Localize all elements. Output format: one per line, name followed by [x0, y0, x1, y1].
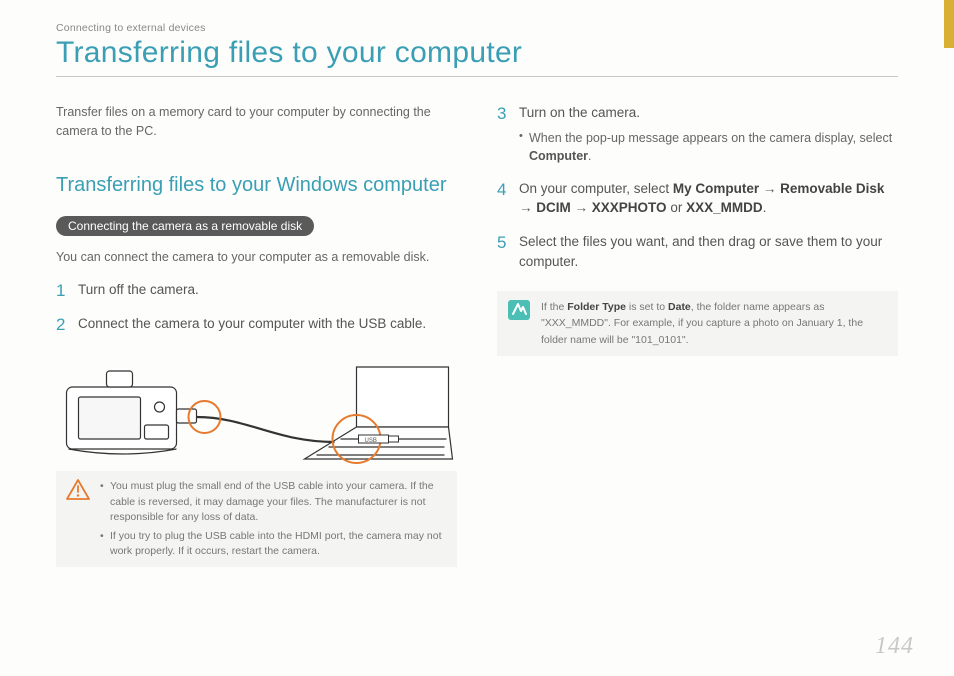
b: Date — [668, 301, 691, 313]
note-text: If the Folder Type is set to Date, the f… — [541, 299, 888, 348]
right-column: 3 Turn on the camera. When the pop-up me… — [497, 103, 898, 567]
b: My Computer — [673, 181, 759, 196]
step-number: 3 — [497, 102, 506, 127]
connection-illustration: USB — [56, 347, 457, 467]
step-1: 1 Turn off the camera. — [56, 280, 457, 300]
t: If the — [541, 301, 567, 313]
b: Removable Disk — [780, 181, 884, 196]
step-3: 3 Turn on the camera. When the pop-up me… — [497, 103, 898, 165]
warning-callout: You must plug the small end of the USB c… — [56, 471, 457, 567]
sub-step: When the pop-up message appears on the c… — [519, 129, 898, 165]
step-number: 1 — [56, 279, 65, 304]
b: Folder Type — [567, 301, 626, 313]
b: XXX_MMDD — [686, 200, 763, 215]
title-rule — [56, 76, 898, 77]
t: → — [571, 200, 592, 215]
note-callout: If the Folder Type is set to Date, the f… — [497, 291, 898, 356]
steps-left: 1 Turn off the camera. 2 Connect the cam… — [56, 280, 457, 333]
note-icon — [507, 299, 531, 321]
step-text: Turn on the camera. — [519, 105, 640, 120]
step-number: 4 — [497, 178, 506, 203]
t: On your computer, select — [519, 181, 673, 196]
manual-page: Connecting to external devices Transferr… — [0, 0, 954, 587]
step-number: 5 — [497, 231, 506, 256]
t: . — [763, 200, 767, 215]
page-title: Transferring files to your computer — [56, 36, 898, 70]
step-2: 2 Connect the camera to your computer wi… — [56, 314, 457, 334]
sub-text: When the pop-up message appears on the c… — [529, 131, 892, 145]
intro-text: Transfer files on a memory card to your … — [56, 103, 457, 141]
svg-text:USB: USB — [365, 438, 377, 444]
left-column: Transfer files on a memory card to your … — [56, 103, 457, 567]
subsection-pill: Connecting the camera as a removable dis… — [56, 216, 314, 236]
t: → — [519, 200, 536, 215]
step-number: 2 — [56, 313, 65, 338]
t: → — [759, 181, 780, 196]
step-text: Select the files you want, and then drag… — [519, 234, 882, 269]
step-text: Connect the camera to your computer with… — [78, 316, 426, 331]
page-number: 144 — [875, 633, 914, 660]
steps-right: 3 Turn on the camera. When the pop-up me… — [497, 103, 898, 271]
sub-text: . — [588, 149, 591, 163]
t: is set to — [626, 301, 668, 313]
sub-bold: Computer — [529, 149, 588, 163]
content-columns: Transfer files on a memory card to your … — [56, 103, 898, 567]
section-heading: Transferring files to your Windows compu… — [56, 173, 457, 198]
step-5: 5 Select the files you want, and then dr… — [497, 232, 898, 271]
step-4: 4 On your computer, select My Computer →… — [497, 179, 898, 218]
b: DCIM — [536, 200, 571, 215]
warning-item: If you try to plug the USB cable into th… — [100, 529, 447, 559]
warning-item: You must plug the small end of the USB c… — [100, 479, 447, 525]
warning-list: You must plug the small end of the USB c… — [100, 479, 447, 559]
t: or — [667, 200, 687, 215]
lead-text: You can connect the camera to your compu… — [56, 248, 457, 267]
step-text: Turn off the camera. — [78, 282, 199, 297]
step-text: On your computer, select My Computer → R… — [519, 181, 884, 216]
warning-icon — [66, 479, 90, 501]
b: XXXPHOTO — [592, 200, 667, 215]
breadcrumb: Connecting to external devices — [56, 22, 898, 34]
section-tab — [944, 0, 954, 48]
